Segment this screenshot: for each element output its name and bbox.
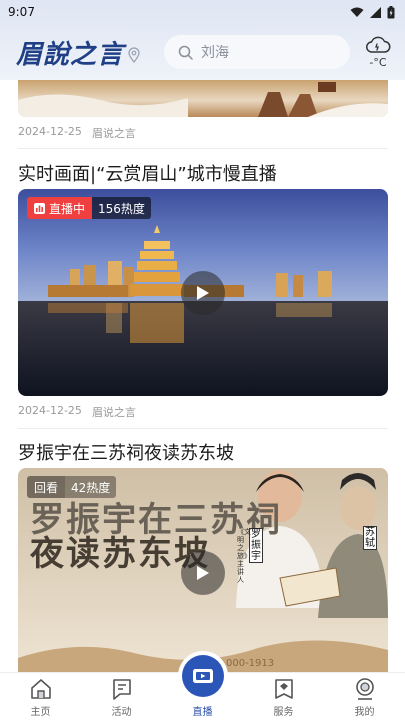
live-status: 直播中 [27,197,93,219]
tab-live[interactable]: 直播 [162,651,243,723]
tab-label: 服务 [273,707,294,718]
replay-card[interactable]: 罗振宇在三苏祠 夜读苏东坡 罗振宇 《文明之旅》主讲人 苏轼 000-1913 … [18,468,388,672]
search-bar[interactable]: 刘海 [164,35,350,69]
logo-text: 眉說之言 [16,39,125,70]
poster-hotline: 000-1913 [226,658,275,669]
article-source: 眉说之言 [91,406,136,419]
signal-icon [370,6,381,18]
search-placeholder: 刘海 [201,45,229,61]
tab-services[interactable]: 服务 [243,673,324,723]
live-tab-bubble [177,651,228,701]
article-date: 2024-12-25 [18,125,82,138]
live-status-label: 直播中 [49,201,86,216]
tab-home[interactable]: 主页 [0,673,81,723]
tab-label: 活动 [111,707,132,718]
live-tab-circle [181,655,224,697]
wifi-icon [350,7,364,17]
battery-icon [387,5,395,18]
app-logo[interactable]: 眉說之言 [16,34,164,71]
article-title[interactable]: 实时画面|“云赏眉山”城市慢直播 [18,160,277,186]
article-title[interactable]: 罗振宇在三苏祠夜读苏东坡 [18,439,234,465]
bookmark-icon [274,679,293,699]
video-icon [192,669,213,683]
weather-widget[interactable]: -°C [361,35,395,69]
app-header: 眉說之言 刘海 -°C [0,24,405,80]
live-badge: 直播中 156热度 [27,197,151,219]
tab-label: 主页 [30,707,51,718]
article-date: 2024-12-25 [18,404,82,417]
status-bar: 9:07 [0,0,405,24]
flag-icon [112,679,131,700]
status-time: 9:07 [8,5,35,19]
weather-temperature: -°C [369,56,387,69]
play-icon [197,566,209,580]
replay-status: 回看 [27,476,66,498]
play-button[interactable] [181,551,225,595]
article-image-snow[interactable] [18,80,388,117]
news-feed[interactable]: 2024-12-25 眉说之言 实时画面|“云赏眉山”城市慢直播 直播中 156… [0,80,405,672]
profile-icon [355,678,374,700]
bottom-tab-bar: 主页 活动 直播 服务 我的 [0,651,405,723]
tab-label: 直播 [192,707,213,718]
figure-name-tag: 苏轼 [363,526,377,550]
snow-scene-illustration [18,82,388,117]
location-pin-icon [128,47,140,63]
weather-cloud-icon [366,36,391,53]
tab-label: 我的 [354,707,375,718]
play-icon [197,286,209,300]
live-stream-card[interactable]: 直播中 156热度 [18,189,388,396]
replay-badge: 回看 42热度 [27,476,117,498]
article-source: 眉说之言 [91,127,136,140]
play-button[interactable] [181,271,225,315]
heat-count: 42热度 [65,476,117,498]
divider [18,428,388,429]
host-name-tag: 罗振宇 [249,528,263,563]
tab-profile[interactable]: 我的 [324,673,405,723]
home-icon [30,679,51,699]
article-meta: 2024-12-25 眉说之言 [18,125,136,141]
article-meta: 2024-12-25 眉说之言 [18,404,136,420]
live-bars-icon [34,202,45,214]
divider [18,148,388,149]
heat-count: 156热度 [92,197,151,219]
status-icons [350,5,395,19]
host-show-tag: 《文明之旅》主讲人 [237,528,251,584]
top-region: 9:07 眉說之言 刘海 -°C [0,0,405,80]
search-icon [178,45,193,60]
tab-activity[interactable]: 活动 [81,673,162,723]
